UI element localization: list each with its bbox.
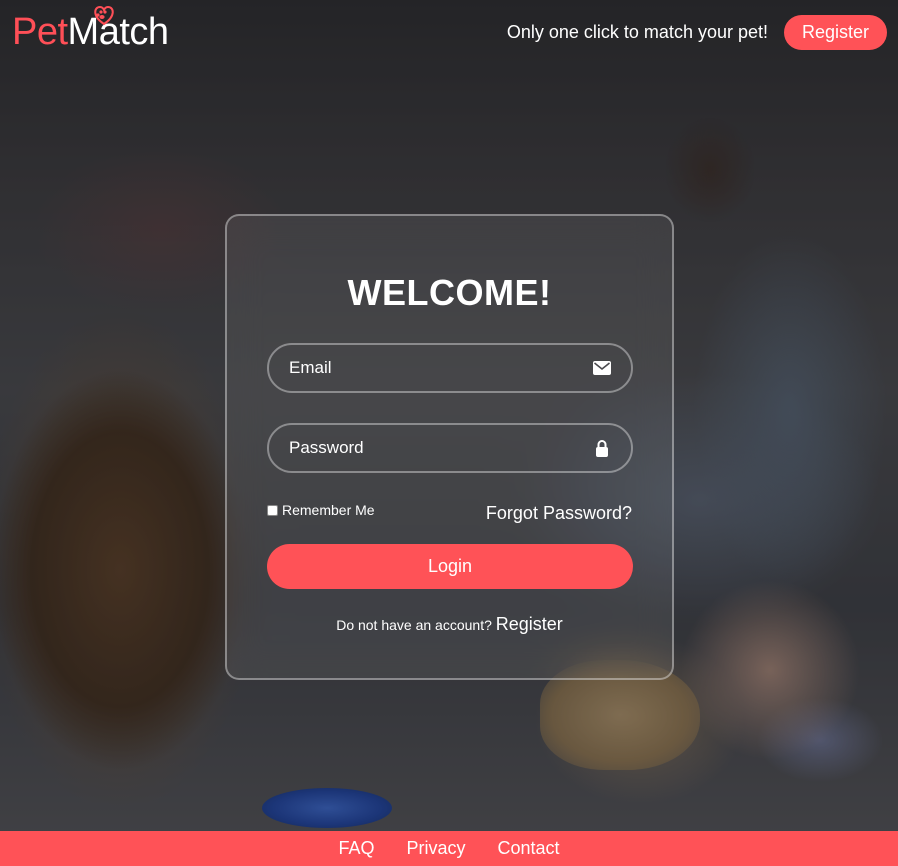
header-right: Only one click to match your pet! Regist… [506, 14, 887, 50]
login-button[interactable]: Login [267, 544, 633, 589]
no-account-text: Do not have an account? [336, 617, 496, 633]
lock-icon [593, 439, 611, 457]
login-card: WELCOME! Remember Me Forgot Password? Lo… [225, 214, 674, 680]
remember-me-label: Remember Me [282, 502, 375, 518]
email-input[interactable] [289, 358, 593, 378]
envelope-icon [593, 359, 611, 377]
card-register-link[interactable]: Register [496, 614, 563, 634]
signup-prompt: Do not have an account? Register [227, 614, 672, 635]
footer-bar: FAQ Privacy Contact [0, 831, 898, 866]
forgot-password-link[interactable]: Forgot Password? [486, 503, 632, 524]
petmatch-logo[interactable]: PetMatch [12, 5, 169, 53]
top-bar: PetMatch Only one click to match your pe… [0, 0, 898, 64]
footer-link-contact[interactable]: Contact [497, 838, 559, 859]
email-field[interactable] [267, 343, 633, 393]
password-field[interactable] [267, 423, 633, 473]
heart-paw-icon [94, 5, 114, 26]
footer-link-faq[interactable]: FAQ [338, 838, 374, 859]
footer-link-privacy[interactable]: Privacy [406, 838, 465, 859]
password-input[interactable] [289, 438, 593, 458]
logo-pet-text: Pet [12, 11, 68, 53]
header-register-button[interactable]: Register [784, 14, 887, 50]
remember-me-checkbox[interactable] [267, 504, 278, 516]
remember-me[interactable]: Remember Me [267, 502, 375, 518]
header-tagline: Only one click to match your pet! [506, 21, 768, 42]
login-title: WELCOME! [347, 272, 552, 313]
